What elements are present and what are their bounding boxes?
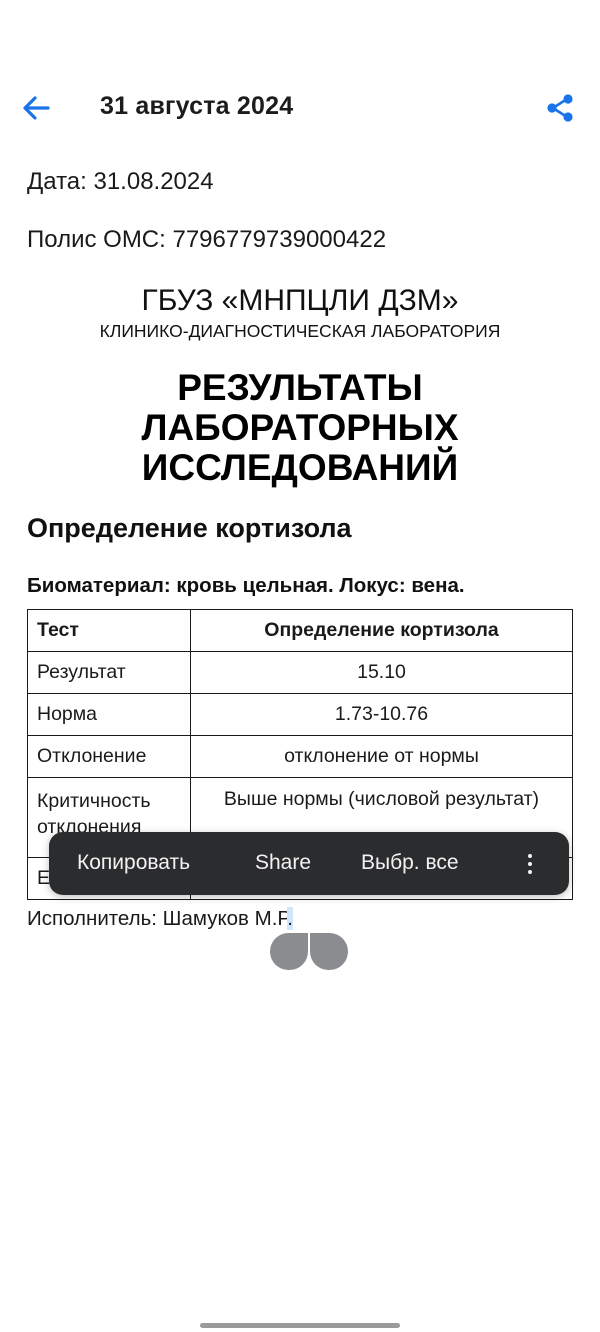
table-cell-value: отклонение от нормы bbox=[190, 735, 573, 778]
executor-line: Исполнитель: Шамуков М.Р. bbox=[27, 907, 293, 931]
share-icon bbox=[547, 94, 573, 122]
select-all-button[interactable]: Выбр. все bbox=[361, 851, 459, 875]
table-cell-value: 15.10 bbox=[190, 651, 573, 694]
document-title-line: ЛАБОРАТОРНЫХ bbox=[141, 407, 459, 448]
share-button[interactable] bbox=[540, 88, 580, 128]
app-bar: 31 августа 2024 bbox=[0, 78, 600, 138]
page-title: 31 августа 2024 bbox=[100, 92, 294, 120]
table-cell-label: Отклонение bbox=[27, 735, 191, 778]
table-cell-value: 1.73-10.76 bbox=[190, 693, 573, 736]
table-header-row: Тест Определение кортизола bbox=[27, 609, 573, 652]
table-row: Норма 1.73-10.76 bbox=[27, 693, 573, 736]
home-indicator[interactable] bbox=[200, 1323, 400, 1328]
document-title: РЕЗУЛЬТАТЫ ЛАБОРАТОРНЫХ ИССЛЕДОВАНИЙ bbox=[0, 368, 600, 488]
table-cell-label: Норма bbox=[27, 693, 191, 736]
screen: 31 августа 2024 Дата: 31.08.2024 Полис О… bbox=[0, 0, 600, 1332]
back-button[interactable] bbox=[16, 88, 56, 128]
table-row: Отклонение отклонение от нормы bbox=[27, 735, 573, 778]
selection-handle-end[interactable] bbox=[310, 933, 348, 970]
policy-line: Полис ОМС: 7796779739000422 bbox=[27, 226, 387, 253]
date-line: Дата: 31.08.2024 bbox=[27, 168, 214, 195]
text-selection-menu: Копировать Share Выбр. все bbox=[49, 832, 569, 895]
table-header-cell: Тест bbox=[27, 609, 191, 652]
biomaterial-line: Биоматериал: кровь цельная. Локус: вена. bbox=[27, 574, 465, 597]
arrow-left-icon bbox=[23, 96, 50, 120]
copy-button[interactable]: Копировать bbox=[77, 851, 190, 875]
selection-handle-start[interactable] bbox=[270, 933, 308, 970]
organization-name: ГБУЗ «МНПЦЛИ ДЗМ» bbox=[141, 284, 459, 317]
table-header-cell: Определение кортизола bbox=[190, 609, 573, 652]
share-menu-button[interactable]: Share bbox=[255, 851, 311, 875]
document-title-line: ИССЛЕДОВАНИЙ bbox=[141, 447, 459, 488]
table-row: Результат 15.10 bbox=[27, 651, 573, 694]
organization-subtitle: КЛИНИКО-ДИАГНОСТИЧЕСКАЯ ЛАБОРАТОРИЯ bbox=[99, 321, 501, 341]
table-cell-label: Результат bbox=[27, 651, 191, 694]
section-title: Определение кортизола bbox=[27, 513, 352, 543]
executor-text: Исполнитель: Шамуков М.Р bbox=[27, 907, 288, 930]
document-title-line: РЕЗУЛЬТАТЫ bbox=[177, 367, 423, 408]
selected-text[interactable]: . bbox=[287, 907, 293, 930]
more-vertical-icon[interactable] bbox=[519, 844, 541, 884]
